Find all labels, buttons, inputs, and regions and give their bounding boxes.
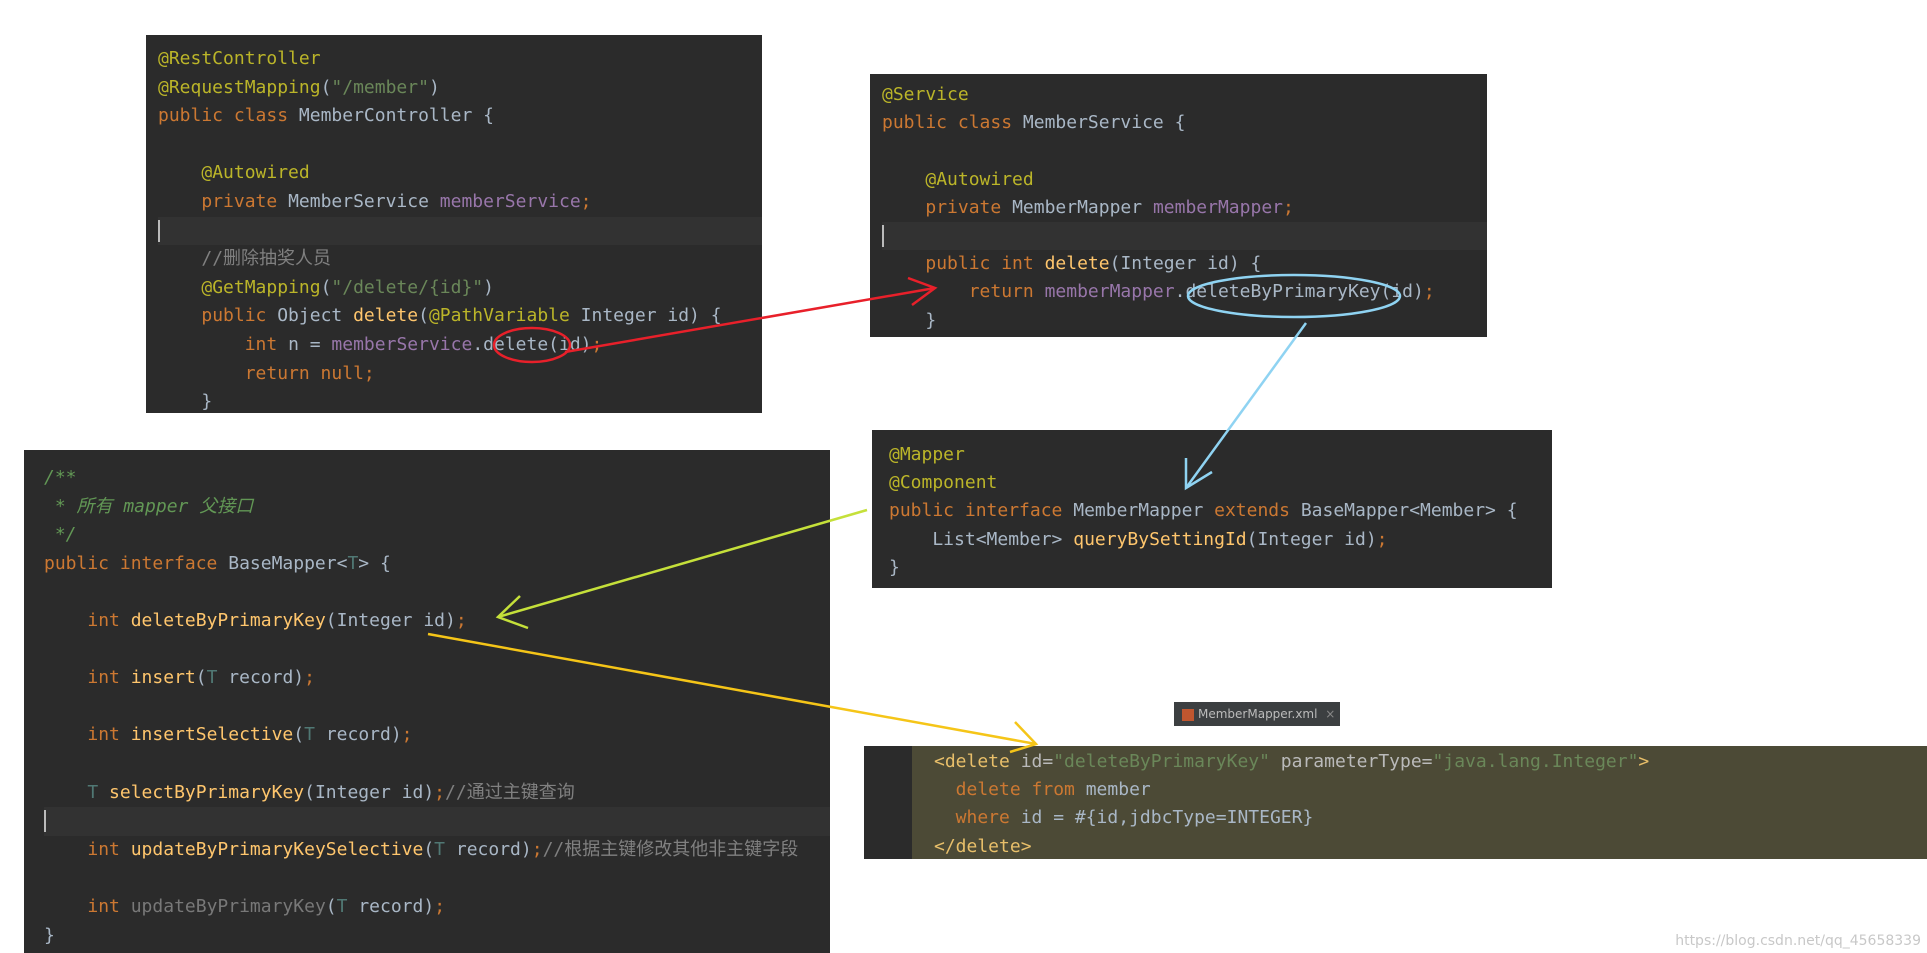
annotation-overlay [427,273,1402,754]
red-arrow-annotation [564,286,936,354]
yellow-arrow-annotation [427,632,1037,746]
watermark: https://blog.csdn.net/qq_45658339 [1675,933,1921,949]
yellow-arrowhead [1009,721,1039,754]
blue-arrow-annotation [1184,322,1308,489]
green-arrow-annotation [497,508,868,619]
blue-circle-annotation [1186,273,1402,319]
red-circle-annotation [492,326,572,364]
